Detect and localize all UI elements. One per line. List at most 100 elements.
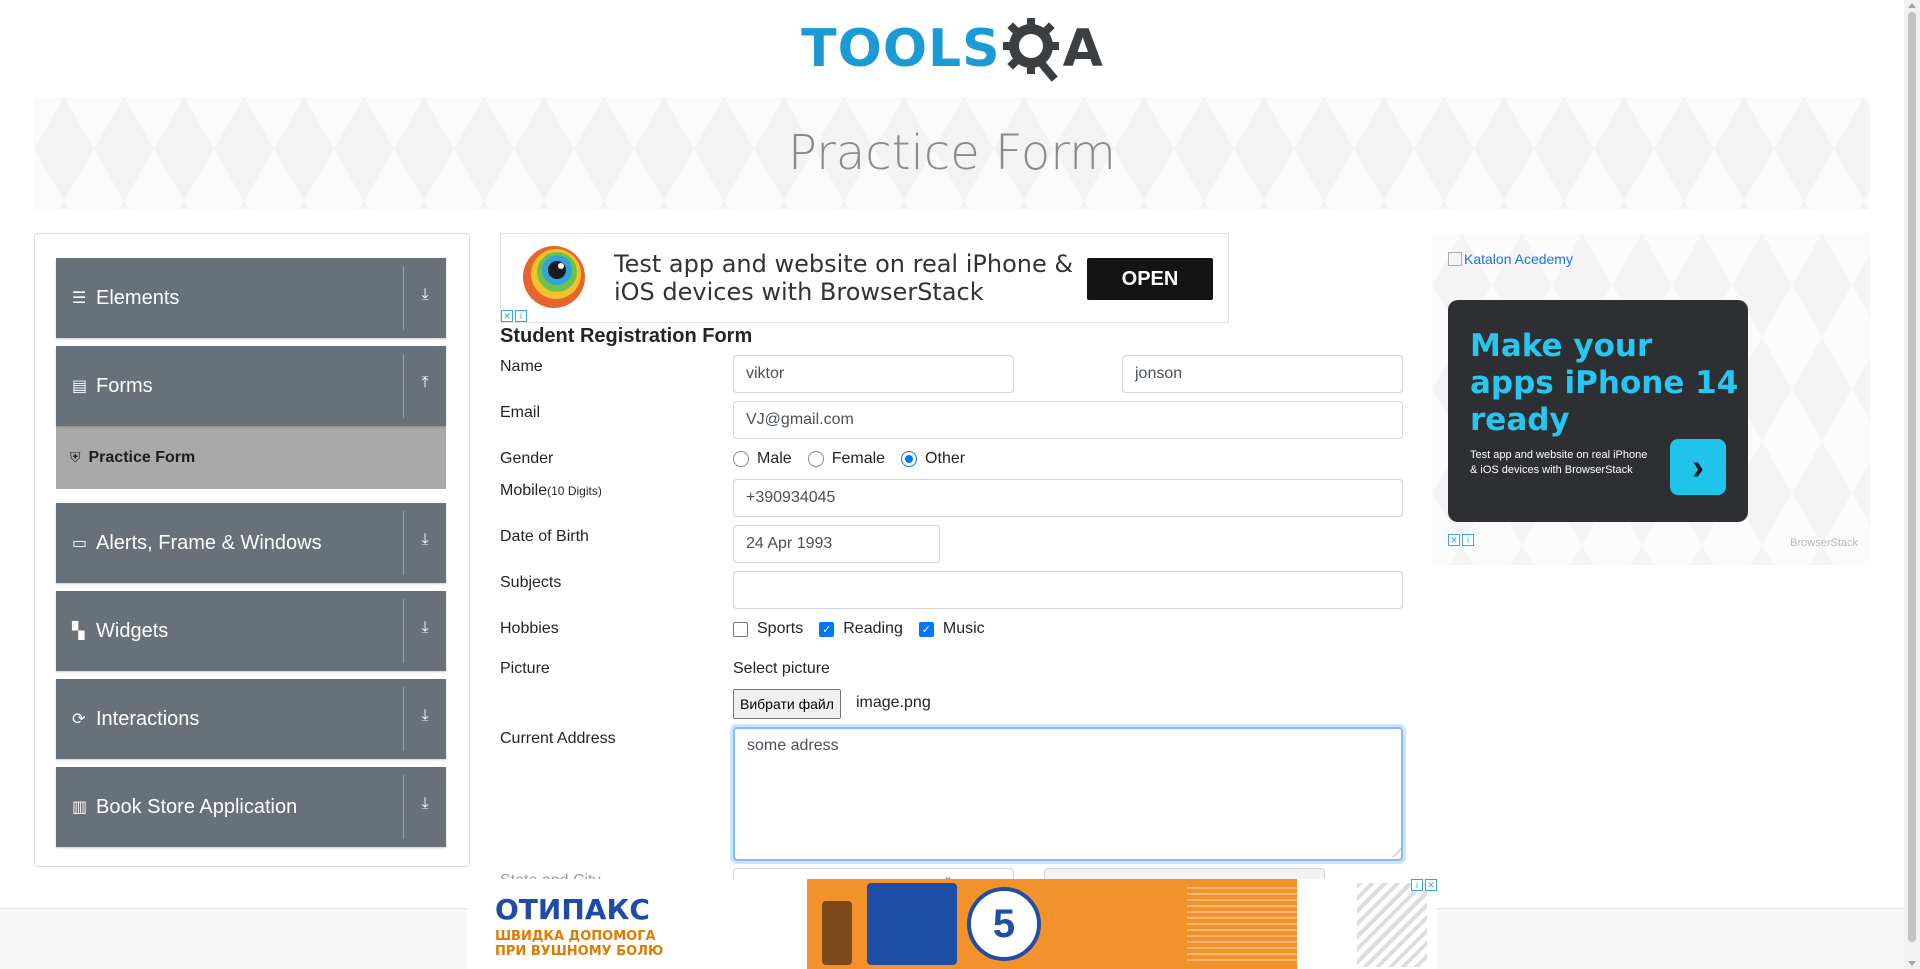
sidebar-item-practice-form[interactable]: ⛨ Practice Form: [56, 426, 446, 489]
radio-button[interactable]: [807, 451, 824, 467]
logo-text: TOOLS: [801, 19, 1001, 79]
subjects-label: Subjects: [500, 574, 562, 591]
product-box-image: [867, 883, 957, 965]
gear-magnifier-icon: [1002, 18, 1059, 82]
close-icon[interactable]: ✕: [1425, 879, 1437, 891]
widgets-icon: ▚: [72, 623, 85, 640]
gender-option-label: Other: [925, 450, 966, 467]
ad-card[interactable]: Make your apps iPhone 14 ready Test app …: [1448, 300, 1748, 522]
scroll-down-icon[interactable]: [1908, 961, 1916, 966]
address-label: Current Address: [500, 730, 616, 747]
close-icon[interactable]: ✕: [501, 310, 513, 322]
gender-female[interactable]: Female: [807, 450, 885, 468]
ad-banner-bottom[interactable]: ОТИПАКС ШВИДКА ДОПОМОГА ПРИ ВУШНОМУ БОЛЮ…: [467, 879, 1437, 969]
info-icon[interactable]: i: [1411, 879, 1423, 891]
download-icon: ⤓: [421, 619, 429, 636]
upload-icon: ⤒: [421, 374, 429, 391]
subjects-input[interactable]: [733, 571, 1403, 609]
hobby-label: Sports: [757, 620, 804, 637]
mobile-label-text: Mobile: [500, 482, 548, 499]
file-name: image.png: [856, 694, 931, 711]
hamburger-icon: ☰: [72, 290, 87, 307]
sidebar-group-label: Alerts, Frame & Windows: [96, 531, 322, 554]
sidebar: ☰ Elements ⤓ ▤ Forms ⤒ ⛨ Practice Form ▭…: [34, 233, 470, 867]
dob-label: Date of Birth: [500, 528, 589, 545]
ad-fine-print: [1187, 887, 1337, 961]
info-icon[interactable]: i: [515, 310, 527, 322]
download-icon: ⤓: [421, 286, 429, 303]
chevron-right-icon[interactable]: ›: [1670, 439, 1726, 495]
ad-banner-right[interactable]: Katalon Acedemy Make your apps iPhone 14…: [1432, 233, 1870, 565]
checkbox[interactable]: [733, 621, 748, 637]
info-icon[interactable]: i: [1462, 534, 1474, 546]
ad-text-line: Test app and website on real iPhone &: [614, 250, 1074, 278]
radio-button-checked[interactable]: [901, 451, 918, 467]
broken-image-alt-text: Katalon Acedemy: [1464, 251, 1573, 267]
sidebar-group-widgets[interactable]: ▚ Widgets ⤓: [56, 591, 446, 671]
sidebar-group-label: Book Store Application: [96, 795, 298, 818]
vertical-scrollbar[interactable]: [1904, 0, 1920, 969]
ad-choices[interactable]: ✕ i: [1448, 534, 1474, 546]
address-textarea[interactable]: some adress: [733, 727, 1404, 861]
sidebar-group-alerts[interactable]: ▭ Alerts, Frame & Windows ⤓: [56, 503, 446, 583]
ad-choices[interactable]: ✕ i: [501, 310, 527, 322]
close-icon[interactable]: ✕: [1448, 534, 1460, 546]
scrollbar-thumb[interactable]: [1908, 12, 1916, 942]
ad-tagline: ШВИДКА ДОПОМОГА ПРИ ВУШНОМУ БОЛЮ: [495, 929, 663, 959]
ad-text: Test app and website on real iPhone & iO…: [614, 250, 1073, 306]
sidebar-group-forms[interactable]: ▤ Forms ⤒: [56, 346, 446, 426]
ad-text-line: iOS devices with BrowserStack: [614, 278, 984, 306]
name-label: Name: [500, 358, 543, 375]
hobbies-label: Hobbies: [500, 620, 559, 637]
sidebar-group-elements[interactable]: ☰ Elements ⤓: [56, 258, 446, 338]
picture-label: Picture: [500, 660, 550, 677]
hobby-label: Reading: [843, 620, 903, 637]
hobbies-group: Sports ✓ Reading ✓ Music: [733, 620, 1001, 638]
ad-banner-top[interactable]: Test app and website on real iPhone & iO…: [500, 233, 1229, 323]
scroll-up-icon[interactable]: [1908, 3, 1916, 8]
mobile-hint: (10 Digits): [547, 484, 602, 498]
ad-tagline-line: ШВИДКА ДОПОМОГА: [495, 929, 656, 944]
sidebar-group-label: Widgets: [96, 619, 169, 642]
header: TOOLS A: [0, 10, 1904, 88]
last-name-input[interactable]: jonson: [1122, 355, 1403, 393]
checkbox-checked[interactable]: ✓: [918, 621, 934, 637]
hobby-reading[interactable]: ✓ Reading: [819, 620, 903, 638]
html5-icon: ⛨: [70, 449, 81, 465]
document-icon: ▤: [72, 378, 88, 395]
resize-grip-icon[interactable]: [1384, 847, 1404, 857]
checkbox-checked[interactable]: ✓: [819, 621, 835, 637]
gender-other[interactable]: Other: [901, 450, 965, 468]
gender-male[interactable]: Male: [733, 450, 792, 468]
sidebar-group-book-store[interactable]: ▥ Book Store Application ⤓: [56, 767, 446, 847]
gender-group: Male Female Other: [733, 450, 981, 468]
hobby-sports[interactable]: Sports: [733, 620, 803, 638]
email-input[interactable]: VJ@gmail.com: [733, 401, 1403, 439]
ad-tagline-line: ПРИ ВУШНОМУ БОЛЮ: [495, 944, 664, 959]
select-picture-label: Select picture: [733, 660, 830, 677]
dob-input[interactable]: 24 Apr 1993: [733, 525, 940, 563]
form-title: Student Registration Form: [500, 325, 753, 347]
product-sheet-image: [1357, 883, 1427, 967]
first-name-input[interactable]: viktor: [733, 355, 1014, 393]
choose-file-button[interactable]: Вибрати файл: [733, 689, 841, 719]
address-text: some adress: [747, 737, 839, 754]
mobile-input[interactable]: +390934045: [733, 479, 1403, 517]
ad-choices[interactable]: i ✕: [1411, 879, 1437, 891]
ad-subtext: Test app and website on real iPhone & iO…: [1470, 449, 1648, 476]
gender-option-label: Male: [757, 450, 792, 467]
download-icon: ⤓: [421, 795, 429, 812]
toolsqa-logo[interactable]: TOOLS A: [801, 10, 1103, 88]
sidebar-group-interactions[interactable]: ⟳ Interactions ⤓: [56, 679, 446, 759]
page-title: Practice Form: [788, 125, 1116, 181]
ad-brand: BrowserStack: [1790, 537, 1858, 549]
page-banner: Practice Form: [34, 97, 1870, 209]
ad-open-button[interactable]: OPEN: [1087, 258, 1213, 300]
download-icon: ⤓: [421, 707, 429, 724]
broken-image-alt[interactable]: Katalon Acedemy: [1448, 251, 1573, 267]
hobby-label: Music: [942, 620, 985, 637]
logo-text-secondary: A: [1062, 19, 1103, 79]
hobby-music[interactable]: ✓ Music: [918, 620, 985, 638]
sidebar-group-label: Forms: [96, 374, 153, 397]
radio-button[interactable]: [733, 451, 749, 467]
